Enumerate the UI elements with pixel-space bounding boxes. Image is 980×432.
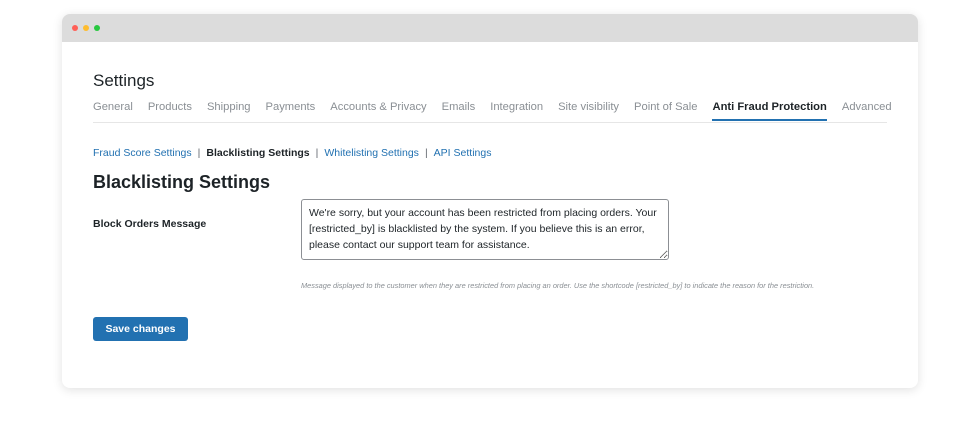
block-orders-message-description: Message displayed to the customer when t… (301, 281, 815, 290)
tab-shipping[interactable]: Shipping (207, 100, 259, 121)
tab-products[interactable]: Products (148, 100, 200, 121)
subtab-separator: | (315, 147, 319, 159)
subtab-separator: | (424, 147, 428, 159)
tab-advanced[interactable]: Advanced (842, 100, 900, 121)
minimize-dot-icon[interactable] (83, 25, 89, 31)
tab-accounts-privacy[interactable]: Accounts & Privacy (330, 100, 434, 121)
section-title: Blacklisting Settings (93, 172, 271, 192)
subtab-whitelisting-settings[interactable]: Whitelisting Settings (324, 147, 419, 159)
page-title: Settings (93, 71, 155, 90)
tab-emails[interactable]: Emails (442, 100, 484, 121)
subtab-api-settings[interactable]: API Settings (434, 147, 492, 159)
close-dot-icon[interactable] (72, 25, 78, 31)
main-tabs: General Products Shipping Payments Accou… (93, 100, 892, 123)
settings-content: Settings General Products Shipping Payme… (93, 42, 892, 388)
tab-general[interactable]: General (93, 100, 141, 121)
block-orders-message-label: Block Orders Message (93, 218, 207, 230)
subtab-blacklisting-settings[interactable]: Blacklisting Settings (206, 147, 309, 159)
sub-tabs: Fraud Score Settings | Blacklisting Sett… (93, 147, 491, 159)
browser-window: Settings General Products Shipping Payme… (62, 14, 918, 388)
window-titlebar (62, 14, 918, 42)
tab-site-visibility[interactable]: Site visibility (558, 100, 627, 121)
subtab-fraud-score-settings[interactable]: Fraud Score Settings (93, 147, 192, 159)
tab-payments[interactable]: Payments (266, 100, 324, 121)
tab-anti-fraud-protection[interactable]: Anti Fraud Protection (712, 100, 827, 121)
maximize-dot-icon[interactable] (94, 25, 100, 31)
block-orders-message-input[interactable]: We're sorry, but your account has been r… (301, 199, 669, 260)
subtab-separator: | (197, 147, 201, 159)
tab-point-of-sale[interactable]: Point of Sale (634, 100, 705, 121)
save-changes-button[interactable]: Save changes (93, 317, 188, 341)
tab-integration[interactable]: Integration (490, 100, 551, 121)
